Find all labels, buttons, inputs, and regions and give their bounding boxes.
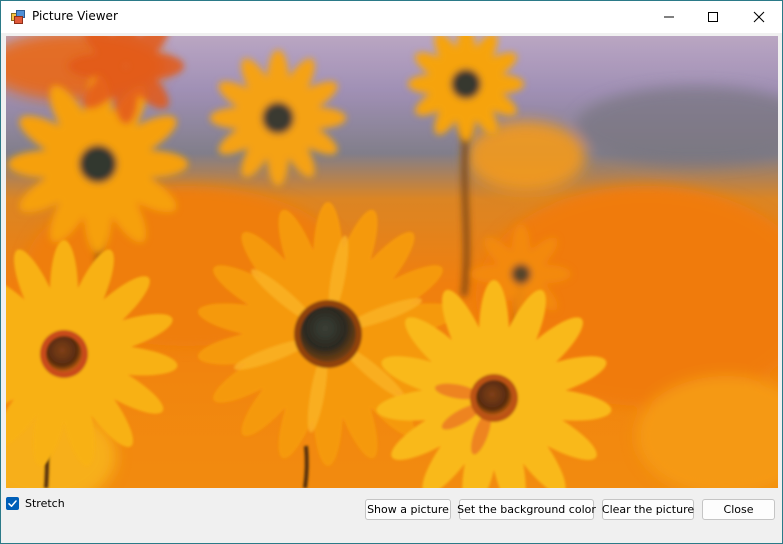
minimize-icon	[664, 16, 674, 18]
close-icon	[753, 11, 765, 23]
minimize-button[interactable]	[646, 1, 692, 33]
picture-viewer-window: Picture Viewer Stretch Show a picture Se…	[0, 0, 783, 544]
maximize-icon	[708, 12, 718, 22]
window-title: Picture Viewer	[32, 9, 118, 23]
show-picture-button[interactable]: Show a picture	[365, 499, 451, 520]
daisy-photo-image	[6, 36, 778, 488]
picture-viewer-app-icon	[11, 10, 25, 24]
title-bar[interactable]: Picture Viewer	[1, 1, 782, 33]
clear-picture-button[interactable]: Clear the picture	[602, 499, 694, 520]
close-window-button[interactable]	[736, 1, 782, 33]
stretch-label: Stretch	[25, 496, 65, 510]
stretch-checkbox[interactable]: Stretch	[6, 495, 65, 511]
maximize-button[interactable]	[690, 1, 736, 33]
set-background-color-button[interactable]: Set the background color	[457, 499, 596, 520]
picture-box	[6, 36, 778, 488]
checkmark-icon[interactable]	[6, 496, 19, 510]
close-button[interactable]: Close	[702, 499, 775, 520]
